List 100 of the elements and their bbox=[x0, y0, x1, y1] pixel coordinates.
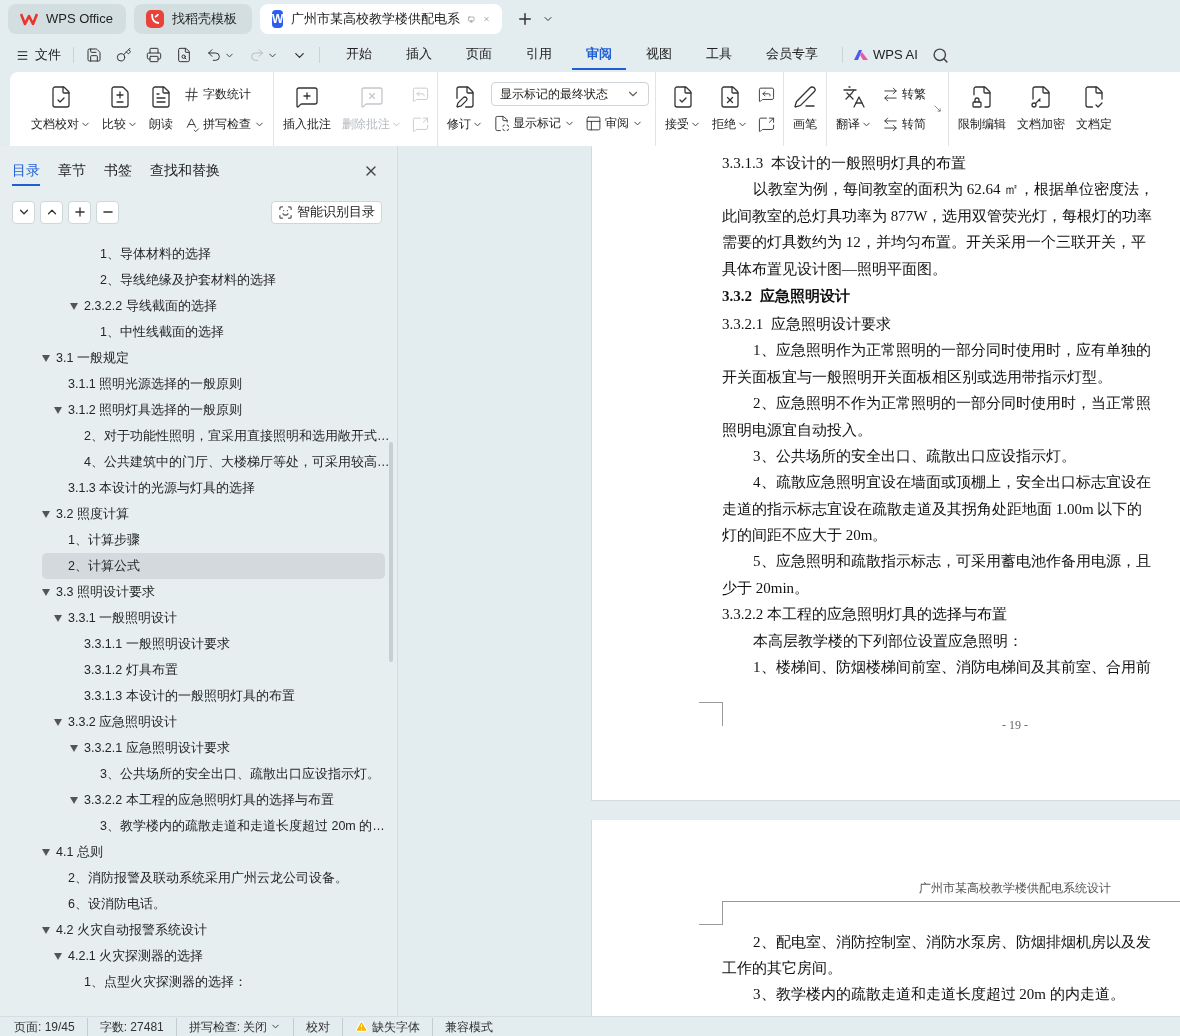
markup-select[interactable]: 显示标记的最终状态 bbox=[491, 82, 649, 106]
sidebar-tab[interactable]: 目录 bbox=[12, 156, 40, 186]
browser-tab[interactable]: W 广州市某高校教学楼供配电系 bbox=[260, 4, 502, 34]
dialog-launcher-icon[interactable] bbox=[933, 103, 942, 113]
expanded-triangle-icon[interactable] bbox=[42, 926, 50, 934]
document-check-icon bbox=[49, 85, 73, 109]
expanded-triangle-icon[interactable] bbox=[70, 796, 78, 804]
toc-item[interactable]: 3.3.2.1 应急照明设计要求 bbox=[42, 735, 385, 761]
print-icon[interactable] bbox=[146, 47, 162, 63]
new-tab-icon[interactable] bbox=[516, 10, 534, 28]
ribbon-tab[interactable]: 开始 bbox=[332, 40, 386, 70]
ribbon-tab[interactable]: 引用 bbox=[512, 40, 566, 70]
add-level-button[interactable] bbox=[68, 200, 91, 224]
toc-item[interactable]: 1、点型火灾探测器的选择： bbox=[42, 969, 385, 995]
ribbon-small-button[interactable]: 显示标记 bbox=[491, 110, 577, 136]
toc-item[interactable]: 3.3.2.2 本工程的应急照明灯具的选择与布置 bbox=[42, 787, 385, 813]
print-preview-icon[interactable] bbox=[176, 47, 192, 63]
paragraph-line: 1、应急照明作为正常照明的一部分同时使用时，应有单独的 bbox=[753, 341, 1151, 361]
save-icon[interactable] bbox=[86, 47, 102, 63]
ribbon-button[interactable]: 接受 bbox=[662, 77, 704, 141]
document-lock-icon bbox=[970, 85, 994, 109]
ribbon-tab[interactable]: 审阅 bbox=[572, 40, 626, 70]
paragraph-line: 1、楼梯间、防烟楼梯间前室、消防电梯间及其前室、合用前 bbox=[753, 658, 1151, 678]
toc-item[interactable]: 3.3.1.3 本设计的一般照明灯具的布置 bbox=[42, 683, 385, 709]
ribbon-button[interactable]: 拒绝 bbox=[709, 77, 751, 141]
file-menu-button[interactable]: 文件 bbox=[16, 45, 61, 65]
sidebar-tab[interactable]: 书签 bbox=[104, 156, 132, 186]
toc-item[interactable]: 2.3.2.2 导线截面的选择 bbox=[42, 293, 385, 319]
ribbon-button[interactable]: 修订 bbox=[444, 77, 486, 141]
expanded-triangle-icon[interactable] bbox=[54, 718, 62, 726]
ribbon-button[interactable]: 限制编辑 bbox=[955, 77, 1009, 141]
toc-item[interactable]: 3、公共场所的安全出口、疏散出口应设指示灯。 bbox=[42, 761, 385, 787]
ribbon-small-button[interactable]: 转繁 bbox=[880, 81, 928, 107]
ribbon-button[interactable]: 文档定 bbox=[1073, 77, 1115, 141]
undo-icon[interactable] bbox=[206, 47, 222, 63]
expand-button[interactable] bbox=[40, 200, 63, 224]
browser-tab[interactable]: 找稻壳模板 bbox=[134, 4, 252, 34]
toc-item[interactable]: 3.1.1 照明光源选择的一般原则 bbox=[42, 371, 385, 397]
ribbon-small-button[interactable]: 转简 bbox=[880, 111, 928, 137]
key-icon[interactable] bbox=[116, 47, 132, 63]
toc-item[interactable]: 3.1.2 照明灯具选择的一般原则 bbox=[42, 397, 385, 423]
pen-icon bbox=[793, 85, 817, 109]
expanded-triangle-icon[interactable] bbox=[42, 354, 50, 362]
toc-item[interactable]: 4.2.1 火灾探测器的选择 bbox=[42, 943, 385, 969]
toc-item[interactable]: 6、设消防电话。 bbox=[42, 891, 385, 917]
toc-item[interactable]: 3、教学楼内的疏散走道和走道长度超过 20m 的… bbox=[42, 813, 385, 839]
ribbon-tab[interactable]: 会员专享 bbox=[752, 40, 832, 70]
smart-toc-button[interactable]: 智能识别目录 bbox=[271, 200, 382, 224]
expanded-triangle-icon[interactable] bbox=[42, 848, 50, 856]
ribbon-button[interactable]: 朗读 bbox=[146, 77, 176, 141]
wps-logo-icon bbox=[20, 12, 38, 26]
toc-item[interactable]: 3.3.1.2 灯具布置 bbox=[42, 657, 385, 683]
ribbon-button[interactable]: 文档校对 bbox=[28, 77, 94, 141]
toc-item[interactable]: 4.2 火灾自动报警系统设计 bbox=[42, 917, 385, 943]
convert-icon bbox=[882, 115, 899, 133]
warning-icon bbox=[355, 1020, 369, 1033]
ribbon-small-button[interactable]: 拼写检查 bbox=[181, 111, 267, 137]
toc-item[interactable]: 4.1 总则 bbox=[42, 839, 385, 865]
toc-item[interactable]: 1、中性线截面的选择 bbox=[42, 319, 385, 345]
expanded-triangle-icon[interactable] bbox=[70, 744, 78, 752]
expanded-triangle-icon[interactable] bbox=[54, 614, 62, 622]
expanded-triangle-icon[interactable] bbox=[54, 952, 62, 960]
expanded-triangle-icon[interactable] bbox=[70, 302, 78, 310]
expanded-triangle-icon[interactable] bbox=[42, 588, 50, 596]
sidebar-tab[interactable]: 章节 bbox=[58, 156, 86, 186]
toc-item[interactable]: 2、计算公式 bbox=[42, 553, 385, 579]
toc-item[interactable]: 3.3.1.1 一般照明设计要求 bbox=[42, 631, 385, 657]
search-icon[interactable] bbox=[931, 46, 949, 64]
toc-item[interactable]: 1、导体材料的选择 bbox=[42, 241, 385, 267]
sidebar-tab[interactable]: 查找和替换 bbox=[150, 156, 220, 186]
ribbon-tab[interactable]: 工具 bbox=[692, 40, 746, 70]
collapse-button[interactable] bbox=[12, 200, 35, 224]
ribbon-button[interactable]: 画笔 bbox=[790, 77, 820, 141]
ribbon-tab[interactable]: 插入 bbox=[392, 40, 446, 70]
remove-level-button[interactable] bbox=[96, 200, 119, 224]
toc-item[interactable]: 3.1.3 本设计的光源与灯具的选择 bbox=[42, 475, 385, 501]
toc-item[interactable]: 2、消防报警及联动系统采用广州云龙公司设备。 bbox=[42, 865, 385, 891]
toc-item[interactable]: 3.3.1 一般照明设计 bbox=[42, 605, 385, 631]
ribbon-tab[interactable]: 视图 bbox=[632, 40, 686, 70]
ribbon-small-button[interactable]: 审阅 bbox=[583, 110, 645, 136]
status-dropdown[interactable]: 拼写检查: 关闭 bbox=[188, 1017, 282, 1036]
toc-item[interactable]: 2、导线绝缘及护套材料的选择 bbox=[42, 267, 385, 293]
status-text: 页面: 19/45 bbox=[14, 1018, 75, 1036]
ribbon-button[interactable]: 插入批注 bbox=[280, 77, 334, 141]
ribbon-tab[interactable]: 页面 bbox=[452, 40, 506, 70]
status-text: 校对 bbox=[306, 1018, 331, 1036]
ribbon-button[interactable]: 文档加密 bbox=[1014, 77, 1068, 141]
toc-item[interactable]: 3.3 照明设计要求 bbox=[42, 579, 385, 605]
expanded-triangle-icon[interactable] bbox=[42, 510, 50, 518]
toc-item[interactable]: 3.2 照度计算 bbox=[42, 501, 385, 527]
ribbon-button[interactable]: 比较 bbox=[99, 77, 141, 141]
wps-ai-button[interactable]: WPS AI bbox=[853, 45, 918, 65]
ribbon-button[interactable]: 翻译 bbox=[833, 77, 875, 141]
toc-item[interactable]: 3.1 一般规定 bbox=[42, 345, 385, 371]
toc-item[interactable]: 1、计算步骤 bbox=[42, 527, 385, 553]
expanded-triangle-icon[interactable] bbox=[54, 406, 62, 414]
ribbon-small-button[interactable]: 字数统计 bbox=[181, 81, 267, 107]
paragraph-line: 少于 20min。 bbox=[722, 578, 810, 598]
browser-tab[interactable]: WPS Office bbox=[8, 4, 126, 34]
toc-item[interactable]: 3.3.2 应急照明设计 bbox=[42, 709, 385, 735]
